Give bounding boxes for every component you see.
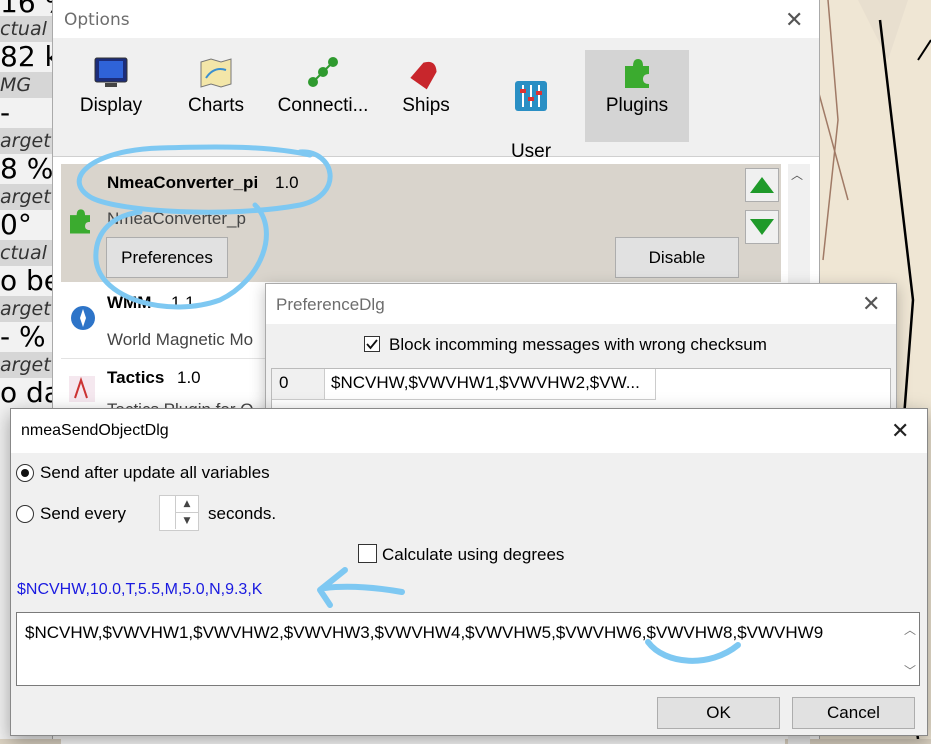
- tab-display[interactable]: Display: [61, 50, 161, 142]
- dashboard-value: 8 %: [0, 152, 54, 185]
- scroll-up-icon[interactable]: ︿: [791, 166, 803, 183]
- tab-plugins[interactable]: Plugins: [585, 50, 689, 142]
- block-checksum-label: Block incomming messages with wrong chec…: [389, 335, 767, 354]
- send-every-radio[interactable]: [16, 505, 34, 523]
- preference-close-icon[interactable]: ✕: [862, 292, 880, 317]
- textarea-scroll-down-icon[interactable]: ﹀: [904, 662, 916, 679]
- dashboard-label: arget: [0, 184, 56, 210]
- checkmark-icon: [366, 339, 378, 350]
- plugin-name: Tactics: [107, 368, 165, 387]
- plugin-description: NmeaConverter_p: [107, 209, 246, 228]
- degrees-checkbox[interactable]: [358, 544, 377, 563]
- send-dialog-titlebar: nmeaSendObjectDlg ✕: [11, 409, 927, 453]
- spin-up-icon[interactable]: ▲: [175, 496, 198, 513]
- tab-connections-label: Connecti...: [277, 95, 369, 116]
- dashboard-value: -: [0, 96, 11, 129]
- options-close-icon[interactable]: ✕: [785, 8, 803, 33]
- seconds-label: seconds.: [208, 504, 277, 523]
- sliders-icon: [515, 81, 547, 111]
- options-title: Options: [64, 10, 130, 30]
- block-checksum-checkbox[interactable]: [364, 336, 380, 352]
- send-object-dialog: nmeaSendObjectDlg ✕ Send after update al…: [10, 408, 928, 736]
- send-every-label: Send every: [40, 504, 126, 523]
- ok-button[interactable]: OK: [657, 697, 780, 729]
- table-row-header[interactable]: 0: [272, 369, 325, 400]
- result-sentence: $NCVHW,10.0,T,5.5,M,5.0,N,9.3,K: [17, 581, 263, 598]
- cancel-button[interactable]: Cancel: [792, 697, 915, 729]
- row-index: 0: [279, 373, 289, 392]
- tactics-icon: [69, 376, 95, 402]
- tab-charts-label: Charts: [188, 95, 244, 116]
- puzzle-icon: [625, 59, 649, 88]
- connections-icon: [308, 57, 338, 87]
- move-up-button[interactable]: [745, 168, 779, 202]
- options-toolbar: Display Charts Connecti... Ships User In…: [53, 38, 819, 185]
- plugin-description: World Magnetic Mo: [107, 330, 254, 349]
- tab-ships-label: Ships: [402, 95, 450, 116]
- dashboard-label: ctual V: [0, 16, 56, 42]
- dashboard-value: o da: [0, 376, 56, 409]
- plugin-name: NmeaConverter_pi: [107, 173, 259, 192]
- dashboard-label: arget: [0, 352, 56, 378]
- arrow-up-icon: [750, 177, 774, 193]
- plugin-version: 1.0: [275, 173, 299, 192]
- send-after-update-label: Send after update all variables: [40, 463, 270, 482]
- plugin-version: 1.0: [177, 368, 201, 387]
- plugin-version: 1.1: [171, 293, 195, 312]
- send-close-icon[interactable]: ✕: [891, 419, 909, 444]
- tab-user-interface[interactable]: User Interface: [481, 50, 581, 185]
- sequence-textarea[interactable]: $NCVHW,$VWVHW1,$VWVHW2,$VWVHW3,$VWVHW4,$…: [16, 612, 920, 686]
- puzzle-icon: [70, 209, 90, 234]
- arrow-down-icon: [750, 219, 774, 235]
- dashboard-label: MG: [0, 72, 56, 98]
- dashboard-value: 0°: [0, 208, 32, 241]
- disable-button[interactable]: Disable: [615, 237, 739, 278]
- preferences-button[interactable]: Preferences: [106, 237, 228, 278]
- send-dialog-title: nmeaSendObjectDlg: [21, 422, 169, 439]
- table-cell[interactable]: $NCVHW,$VWVHW1,$VWVHW2,$VW...: [325, 369, 656, 400]
- row-value: $NCVHW,$VWVHW1,$VWVHW2,$VW...: [331, 373, 640, 392]
- sequence-text: $NCVHW,$VWVHW1,$VWVHW2,$VWVHW3,$VWVHW4,$…: [25, 623, 824, 642]
- spin-down-icon[interactable]: ▼: [175, 513, 198, 529]
- dashboard-value: o be: [0, 264, 56, 297]
- tab-connections[interactable]: Connecti...: [271, 50, 375, 142]
- preference-dialog: PreferenceDlg ✕ Block incomming messages…: [265, 283, 897, 426]
- dashboard-label: arget: [0, 128, 56, 154]
- dashboard-label: ctual C: [0, 240, 56, 266]
- tab-plugins-label: Plugins: [605, 95, 669, 116]
- tab-display-label: Display: [79, 95, 143, 116]
- chart-map-icon: [200, 58, 232, 88]
- tab-charts[interactable]: Charts: [166, 50, 266, 142]
- dashboard-label: arget: [0, 296, 56, 322]
- preference-dialog-title: PreferenceDlg: [276, 295, 385, 314]
- send-after-update-radio[interactable]: [16, 464, 34, 482]
- plugin-name: WMM: [107, 293, 152, 312]
- dashboard-value: - %: [0, 320, 46, 353]
- compass-icon: [71, 306, 95, 330]
- tab-ships[interactable]: Ships: [376, 50, 476, 142]
- degrees-label: Calculate using degrees: [382, 545, 565, 564]
- monitor-icon: [94, 57, 128, 87]
- plugin-row-nmeaconverter[interactable]: NmeaConverter_pi 1.0 NmeaConverter_p Pre…: [61, 164, 781, 282]
- seconds-spinner[interactable]: ▲ ▼: [159, 495, 199, 531]
- textarea-scroll-up-icon[interactable]: ︿: [904, 621, 916, 638]
- ship-icon: [410, 61, 437, 90]
- dashboard-value: 82 k: [0, 40, 56, 73]
- move-down-button[interactable]: [745, 210, 779, 244]
